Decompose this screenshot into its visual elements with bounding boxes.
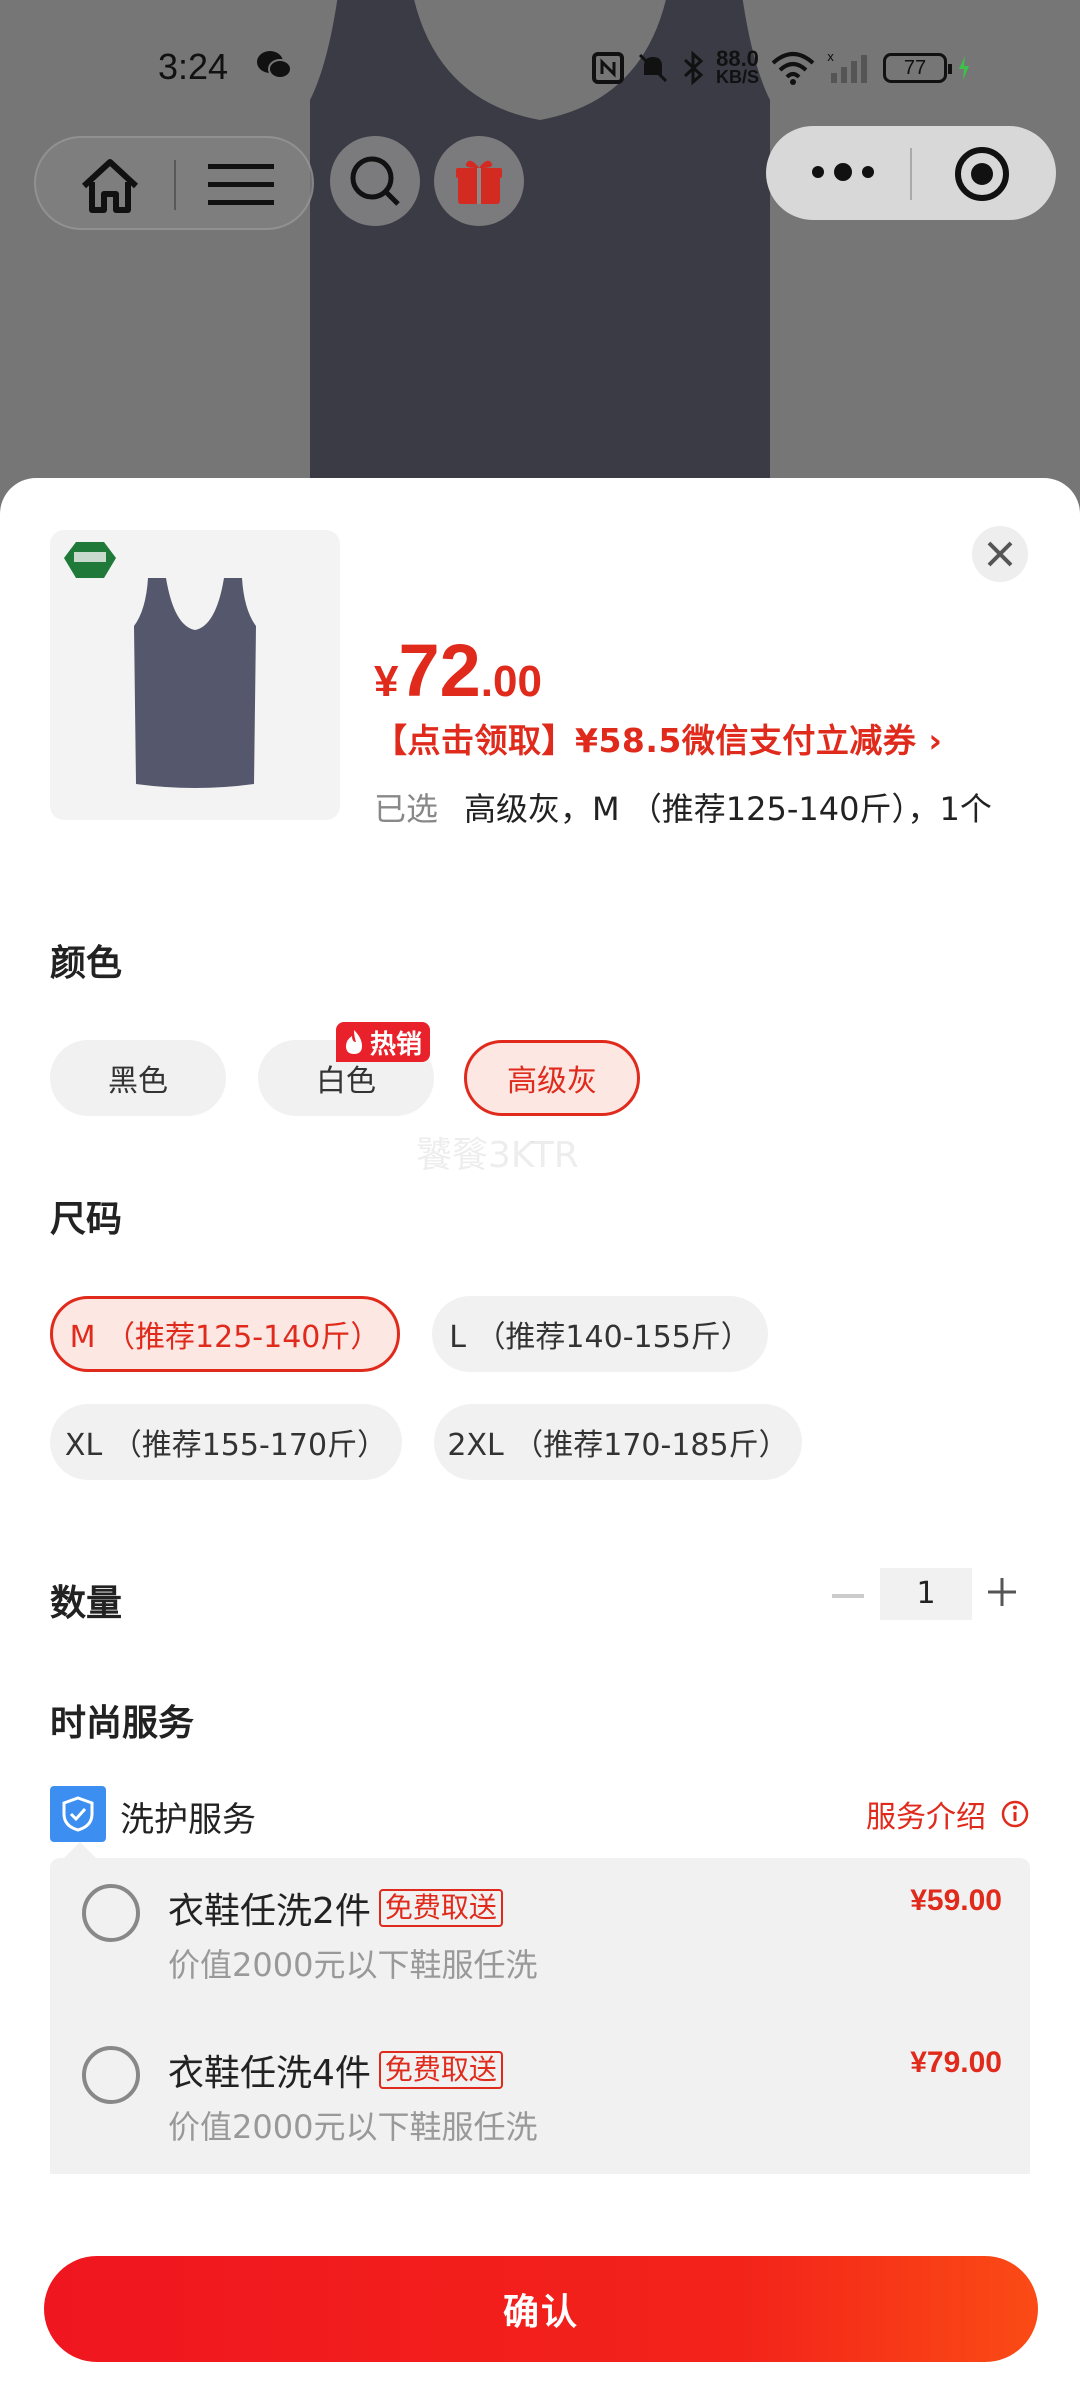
service-section-title: 时尚服务: [50, 1703, 195, 1744]
bluetooth-icon: [683, 51, 704, 85]
sku-selector-sheet: ¥72.00 【点击领取】¥58.5微信支付立减券 › 已选 高级灰，M （推荐1…: [0, 478, 1080, 2400]
product-thumbnail[interactable]: [50, 530, 340, 820]
size-option-l[interactable]: L （推荐140-155斤）: [432, 1296, 768, 1372]
quantity-section-title: 数量: [50, 1583, 123, 1624]
size-option-2xl[interactable]: 2XL （推荐170-185斤）: [434, 1404, 802, 1480]
product-thumbnail-image: [134, 578, 256, 788]
quantity-decrease-button[interactable]: [832, 1594, 864, 1598]
signal-icon: x: [827, 51, 868, 83]
close-icon: [987, 541, 1013, 567]
service-group-title: 洗护服务: [120, 1800, 256, 1840]
service-option-4[interactable]: 衣鞋任洗4件 免费取送 价值2000元以下鞋服任洗 ¥79.00: [50, 2020, 1030, 2146]
nav-pill: [34, 136, 314, 230]
service-intro-link[interactable]: 服务介绍: [866, 1792, 1030, 1836]
miniprogram-capsule: [766, 126, 1056, 220]
service-options-box: 衣鞋任洗2件 免费取送 价值2000元以下鞋服任洗 ¥59.00 衣鞋任洗4件 …: [50, 1858, 1030, 2174]
radio-button[interactable]: [82, 2046, 140, 2104]
menu-icon[interactable]: [208, 160, 274, 210]
free-pickup-tag: 免费取送: [378, 1889, 503, 1927]
coupon-link[interactable]: 【点击领取】¥58.5微信支付立减券 ›: [374, 714, 942, 762]
quantity-value[interactable]: 1: [880, 1568, 972, 1620]
status-bar: 3:24 88.0 KB/S x 77: [0, 40, 1080, 100]
service-option-2[interactable]: 衣鞋任洗2件 免费取送 价值2000元以下鞋服任洗 ¥59.00: [50, 1858, 1030, 1984]
flame-icon: [346, 1030, 362, 1054]
radio-button[interactable]: [82, 1884, 140, 1942]
size-section-title: 尺码: [50, 1199, 123, 1240]
more-icon[interactable]: [808, 154, 878, 190]
status-icons: 88.0 KB/S x 77: [592, 46, 970, 90]
wifi-icon: [771, 52, 815, 85]
color-option-black[interactable]: 黑色: [50, 1040, 226, 1116]
close-button[interactable]: [972, 526, 1028, 582]
hot-sale-tag: 热销: [336, 1022, 431, 1062]
capsule-divider: [910, 148, 912, 200]
net-speed: 88.0 KB/S: [716, 46, 760, 87]
charging-icon: [959, 56, 970, 80]
service-option-price: ¥59.00: [910, 1884, 1002, 1917]
status-time: 3:24: [158, 46, 229, 87]
search-icon: [350, 156, 400, 206]
gift-button[interactable]: [434, 136, 524, 226]
service-group-header: 洗护服务 服务介绍: [50, 1786, 1030, 1842]
service-option-desc: 价值2000元以下鞋服任洗: [168, 2108, 538, 2146]
service-option-price: ¥79.00: [910, 2046, 1002, 2079]
close-miniprogram-icon[interactable]: [954, 146, 1010, 202]
mute-icon: [638, 53, 668, 83]
quantity-increase-button[interactable]: [986, 1576, 1018, 1608]
wechat-icon: [257, 51, 292, 79]
gift-icon: [456, 160, 502, 204]
size-option-m[interactable]: M （推荐125-140斤）: [50, 1296, 400, 1372]
nav-divider: [174, 160, 176, 210]
selected-value: 高级灰，M （推荐125-140斤），1个: [464, 790, 992, 828]
store-badge-icon: [64, 542, 116, 578]
nfc-icon: [592, 52, 624, 84]
home-icon[interactable]: [80, 158, 140, 214]
confirm-button[interactable]: 确认: [44, 2256, 1038, 2362]
service-box-pointer: [64, 1842, 96, 1858]
search-button[interactable]: [330, 136, 420, 226]
shield-icon: [62, 1796, 94, 1832]
product-price: ¥72.00: [374, 629, 542, 712]
color-option-gray[interactable]: 高级灰: [464, 1040, 640, 1116]
selected-label: 已选: [374, 790, 439, 828]
svg-text:x: x: [827, 51, 834, 64]
selected-summary: 已选 高级灰，M （推荐125-140斤），1个: [374, 784, 992, 830]
info-icon: [1001, 1800, 1029, 1828]
service-shield-badge: [50, 1786, 106, 1842]
battery-indicator: 77: [883, 53, 953, 83]
free-pickup-tag: 免费取送: [378, 2051, 503, 2089]
size-option-xl[interactable]: XL （推荐155-170斤）: [50, 1404, 402, 1480]
service-option-name: 衣鞋任洗4件 免费取送: [168, 2044, 503, 2096]
watermark: 饕餮3KTR: [416, 1135, 579, 1176]
service-option-name: 衣鞋任洗2件 免费取送: [168, 1882, 503, 1934]
color-section-title: 颜色: [50, 943, 123, 984]
service-option-desc: 价值2000元以下鞋服任洗: [168, 1946, 538, 1984]
